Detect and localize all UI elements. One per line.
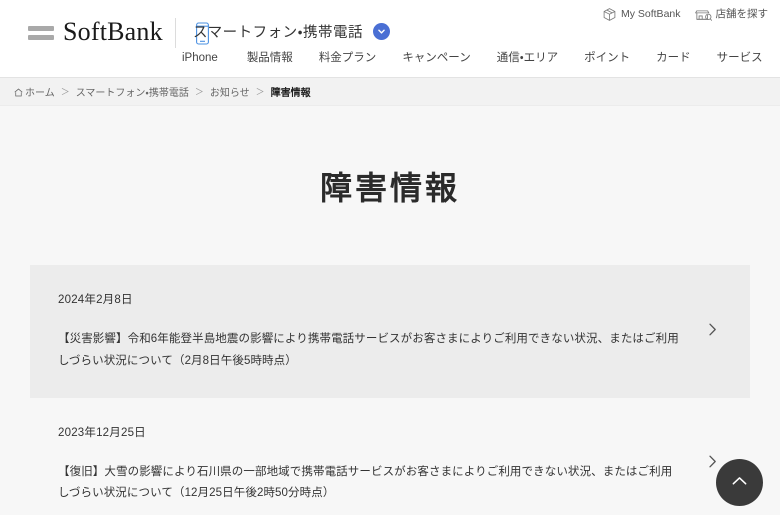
nav-item-card[interactable]: カード <box>643 50 704 66</box>
store-search-link[interactable]: 店舗を探す <box>694 7 769 22</box>
breadcrumb-item-current: 障害情報 <box>270 88 311 99</box>
news-list-item[interactable]: 2023年12月25日 【復旧】大雪の影響により石川県の一部地域で携帯電話サービ… <box>30 398 750 515</box>
header-divider <box>175 18 176 48</box>
page-root: My SoftBank 店舗を探す SoftBank スマートフォン・携帯電話 … <box>0 0 780 515</box>
breadcrumb-separator: ＞ <box>60 87 70 97</box>
news-list: 2024年2月8日 【災害影響】令和6年能登半島地震の影響により携帯電話サービス… <box>0 265 780 515</box>
my-softbank-link[interactable]: My SoftBank <box>602 7 681 22</box>
nav-item-campaign[interactable]: キャンペーン <box>389 50 483 66</box>
site-header: My SoftBank 店舗を探す SoftBank スマートフォン・携帯電話 … <box>0 0 780 78</box>
utility-bar: My SoftBank 店舗を探す <box>602 7 768 22</box>
cube-icon <box>602 7 617 22</box>
nav-item-products[interactable]: 製品情報 <box>234 50 306 66</box>
softbank-logo[interactable]: SoftBank <box>28 19 163 45</box>
chevron-right-icon <box>707 322 718 342</box>
category-header: スマートフォン・携帯電話 <box>193 21 390 42</box>
nav-item-network-area[interactable]: 通信・エリア <box>484 50 571 66</box>
scroll-to-top-button[interactable] <box>716 459 763 506</box>
main-content: 障害情報 2024年2月8日 【災害影響】令和6年能登半島地震の影響により携帯電… <box>0 106 780 515</box>
breadcrumb-item-news[interactable]: お知らせ <box>210 84 250 99</box>
breadcrumb-separator: ＞ <box>194 87 204 97</box>
category-title: スマートフォン・携帯電話 <box>193 25 363 41</box>
nav-item-iphone[interactable]: iPhone <box>168 50 234 66</box>
breadcrumb-item-smartphone[interactable]: スマートフォン・携帯電話 <box>76 84 189 99</box>
store-search-label: 店舗を探す <box>715 8 769 21</box>
softbank-bars-logo-icon <box>28 24 54 40</box>
news-title: 【復旧】大雪の影響により石川県の一部地域で携帯電話サービスがお客さまによりご利用… <box>58 465 673 500</box>
page-title: 障害情報 <box>319 170 460 206</box>
nav-item-price-plans[interactable]: 料金プラン <box>306 50 390 66</box>
store-search-icon <box>694 7 712 22</box>
logo-text: SoftBank <box>63 17 163 46</box>
home-icon <box>14 88 23 100</box>
breadcrumb: ホーム ＞ スマートフォン・携帯電話 ＞ お知らせ ＞ 障害情報 <box>0 78 780 106</box>
chevron-down-circle-icon[interactable] <box>373 23 390 40</box>
nav-item-service[interactable]: サービス <box>704 50 776 66</box>
news-date: 2024年2月8日 <box>58 294 133 307</box>
chevron-right-icon <box>707 454 718 474</box>
breadcrumb-item-home[interactable]: ホーム <box>14 84 55 100</box>
my-softbank-label: My SoftBank <box>620 8 681 21</box>
nav-item-support[interactable]: サポート <box>776 50 780 66</box>
chevron-up-icon <box>730 475 749 491</box>
news-date: 2023年12月25日 <box>58 426 146 439</box>
breadcrumb-label-home: ホーム <box>25 87 55 99</box>
primary-nav: iPhone 製品情報 料金プラン キャンペーン 通信・エリア ポイント カード… <box>168 50 780 66</box>
breadcrumb-separator: ＞ <box>255 87 265 97</box>
news-list-item[interactable]: 2024年2月8日 【災害影響】令和6年能登半島地震の影響により携帯電話サービス… <box>30 265 750 398</box>
nav-item-points[interactable]: ポイント <box>571 50 643 66</box>
news-title: 【災害影響】令和6年能登半島地震の影響により携帯電話サービスがお客さまによりご利… <box>58 333 679 367</box>
